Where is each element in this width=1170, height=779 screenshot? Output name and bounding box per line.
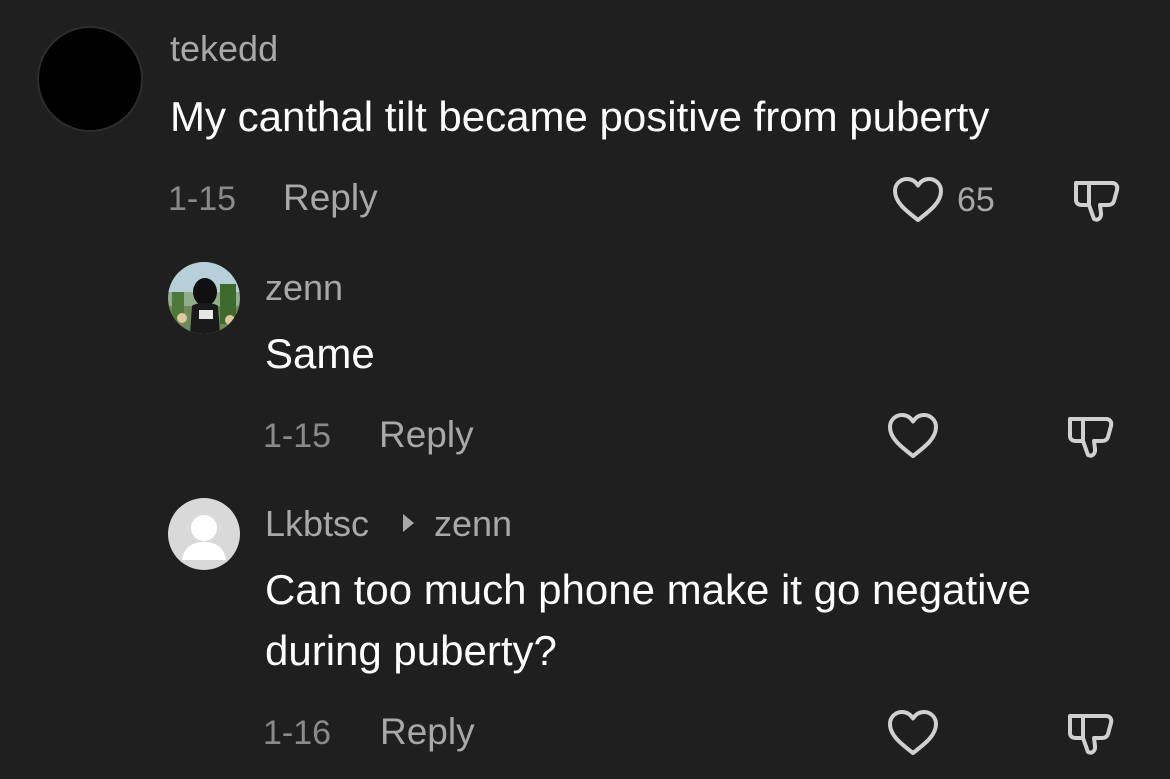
avatar[interactable] [168, 498, 240, 570]
comment-text-line-1: Can too much phone make it go negative [265, 566, 1031, 613]
avatar[interactable] [168, 262, 240, 334]
like-count: 65 [957, 181, 995, 219]
comment-date: 1-15 [168, 180, 237, 218]
thumbs-down-icon[interactable] [1070, 175, 1124, 225]
comment-username[interactable]: zenn [265, 268, 343, 308]
heart-outline-icon[interactable] [886, 708, 940, 758]
comments-thread: tekedd My canthal tilt became positive f… [0, 0, 1170, 779]
comment-date: 1-16 [263, 714, 332, 752]
reply-button[interactable]: Reply [283, 178, 378, 218]
default-avatar-icon [182, 515, 226, 560]
comment-username[interactable]: tekedd [170, 29, 278, 69]
triangle-right-icon [403, 514, 414, 532]
comment-text: Same [265, 330, 375, 377]
comment-text-line-2: during puberty? [265, 627, 557, 674]
avatar[interactable] [37, 26, 143, 132]
thumbs-down-icon[interactable] [1064, 708, 1118, 758]
thumbs-down-icon[interactable] [1064, 411, 1118, 461]
heart-outline-icon[interactable] [886, 411, 940, 461]
heart-outline-icon[interactable] [891, 175, 945, 225]
reply-button[interactable]: Reply [380, 712, 475, 752]
reply-to-username[interactable]: zenn [434, 504, 512, 544]
reply-button[interactable]: Reply [379, 415, 474, 455]
comment-text: My canthal tilt became positive from pub… [170, 93, 990, 140]
character-avatar-icon [168, 262, 240, 334]
comment-username[interactable]: Lkbtsc [265, 504, 369, 544]
comment-date: 1-15 [263, 417, 332, 455]
